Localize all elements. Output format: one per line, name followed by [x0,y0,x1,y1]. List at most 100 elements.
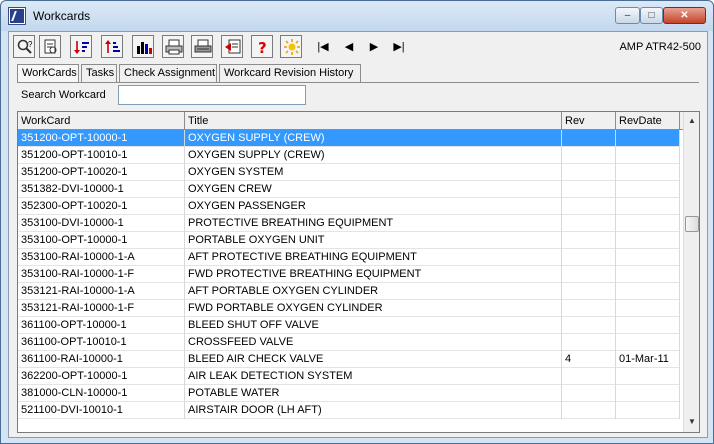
table-row[interactable]: 353100-RAI-10000-1-F FWD PROTECTIVE BREAT… [18,266,680,283]
search-label: Search Workcard [21,89,106,101]
first-record-button[interactable]: |◀ [316,40,330,53]
toolbar: ? ? |◀ ◀ ▶ ▶| AMP ATR42-500 [9,32,707,63]
scroll-up-icon[interactable]: ▲ [684,113,699,129]
title-cell: FWD PROTECTIVE BREATHING EQUIPMENT [185,266,562,283]
close-button[interactable]: ✕ [663,7,706,24]
find-icon: ? [17,39,33,54]
rev-cell [562,300,616,317]
workcard-cell: 361100-RAI-10000-1 [18,351,185,368]
column-header-revdate[interactable]: RevDate [616,112,680,130]
table-row[interactable]: 352300-OPT-10020-1 OXYGEN PASSENGER [18,198,680,215]
rev-cell [562,402,616,419]
tab-tasks[interactable]: Tasks [81,64,117,82]
revdate-cell [616,317,680,334]
print-button[interactable] [162,35,184,58]
workcards-grid: WorkCard Title Rev RevDate 351200-OPT-10… [17,111,700,433]
revdate-cell [616,266,680,283]
sort-ascending-icon [74,41,89,54]
table-row[interactable]: 381000-CLN-10000-1 POTABLE WATER [18,385,680,402]
workcard-cell: 351200-OPT-10020-1 [18,164,185,181]
revdate-cell [616,181,680,198]
workcard-cell: 352300-OPT-10020-1 [18,198,185,215]
scroll-down-icon[interactable]: ▼ [684,414,699,430]
table-row[interactable]: 361100-RAI-10000-1 BLEED AIR CHECK VALVE 4… [18,351,680,368]
column-header-workcard[interactable]: WorkCard [18,112,185,130]
workcard-cell: 362200-OPT-10000-1 [18,368,185,385]
table-row[interactable]: 521100-DVI-10010-1 AIRSTAIR DOOR (LH AFT) [18,402,680,419]
workcard-cell: 353100-DVI-10000-1 [18,215,185,232]
help-button[interactable]: ? [251,35,273,58]
title-cell: OXYGEN CREW [185,181,562,198]
last-record-button[interactable]: ▶| [392,40,406,53]
app-icon [9,8,25,24]
rev-cell [562,266,616,283]
revdate-cell [616,368,680,385]
revdate-cell [616,215,680,232]
column-header-title[interactable]: Title [185,112,562,130]
revdate-cell [616,130,680,147]
new-button[interactable] [280,35,302,58]
grid-rows: 351200-OPT-10000-1 OXYGEN SUPPLY (CREW) 35… [18,130,680,419]
grid-header: WorkCard Title Rev RevDate [18,112,683,130]
next-record-button[interactable]: ▶ [367,40,381,53]
revdate-cell [616,147,680,164]
table-row[interactable]: 361100-OPT-10000-1 BLEED SHUT OFF VALVE [18,317,680,334]
table-row[interactable]: 351200-OPT-10000-1 OXYGEN SUPPLY (CREW) [18,130,680,147]
table-row[interactable]: 353121-RAI-10000-1-F FWD PORTABLE OXYGEN … [18,300,680,317]
help-icon: ? [258,39,267,56]
find-button[interactable]: ? [13,35,35,58]
program-label: AMP ATR42-500 [619,41,701,53]
title-bar[interactable]: Workcards ‒ □ ✕ [1,1,713,31]
table-row[interactable]: 361100-OPT-10010-1 CROSSFEED VALVE [18,334,680,351]
vertical-scrollbar[interactable]: ▲ ▼ [683,112,699,432]
rev-cell [562,147,616,164]
table-row[interactable]: 351200-OPT-10020-1 OXYGEN SYSTEM [18,164,680,181]
print-preview-icon [44,39,57,54]
workcard-cell: 521100-DVI-10010-1 [18,402,185,419]
print-setup-button[interactable] [191,35,213,58]
table-row[interactable]: 362200-OPT-10000-1 AIR LEAK DETECTION SYS… [18,368,680,385]
table-row[interactable]: 351200-OPT-10010-1 OXYGEN SUPPLY (CREW) [18,147,680,164]
maximize-button[interactable]: □ [640,7,663,24]
tab-check-assignment[interactable]: Check Assignment [119,64,217,82]
minimize-button[interactable]: ‒ [615,7,640,24]
rev-cell [562,198,616,215]
workcard-cell: 351200-OPT-10010-1 [18,147,185,164]
workcard-cell: 351200-OPT-10000-1 [18,130,185,147]
chart-button[interactable] [132,35,154,58]
print-icon [165,39,183,55]
workcard-cell: 361100-OPT-10010-1 [18,334,185,351]
rev-cell [562,317,616,334]
rev-cell [562,130,616,147]
sort-descending-button[interactable] [101,35,123,58]
title-cell: PORTABLE OXYGEN UNIT [185,232,562,249]
svg-text:?: ? [28,40,33,49]
table-row[interactable]: 351382-DVI-10000-1 OXYGEN CREW [18,181,680,198]
title-cell: PROTECTIVE BREATHING EQUIPMENT [185,215,562,232]
print-preview-button[interactable] [39,35,61,58]
title-cell: BLEED AIR CHECK VALVE [185,351,562,368]
export-icon [225,39,241,54]
column-header-rev[interactable]: Rev [562,112,616,130]
workcard-cell: 353121-RAI-10000-1-A [18,283,185,300]
tab-panel-border [17,82,699,83]
title-cell: AIRSTAIR DOOR (LH AFT) [185,402,562,419]
scroll-thumb[interactable] [685,216,699,232]
table-row[interactable]: 353100-DVI-10000-1 PROTECTIVE BREATHING E… [18,215,680,232]
tab-workcard-revision-history[interactable]: Workcard Revision History [219,64,361,82]
tab-workcards[interactable]: WorkCards [17,64,79,83]
title-cell: FWD PORTABLE OXYGEN CYLINDER [185,300,562,317]
workcard-cell: 353100-RAI-10000-1-A [18,249,185,266]
export-button[interactable] [221,35,243,58]
table-row[interactable]: 353121-RAI-10000-1-A AFT PORTABLE OXYGEN … [18,283,680,300]
title-cell: OXYGEN SUPPLY (CREW) [185,147,562,164]
sort-ascending-button[interactable] [70,35,92,58]
rev-cell [562,334,616,351]
workcard-cell: 361100-OPT-10000-1 [18,317,185,334]
workcard-cell: 351382-DVI-10000-1 [18,181,185,198]
table-row[interactable]: 353100-OPT-10000-1 PORTABLE OXYGEN UNIT [18,232,680,249]
search-input[interactable] [118,85,306,105]
table-row[interactable]: 353100-RAI-10000-1-A AFT PROTECTIVE BREAT… [18,249,680,266]
revdate-cell: 01-Mar-11 [616,351,680,368]
previous-record-button[interactable]: ◀ [342,40,356,53]
